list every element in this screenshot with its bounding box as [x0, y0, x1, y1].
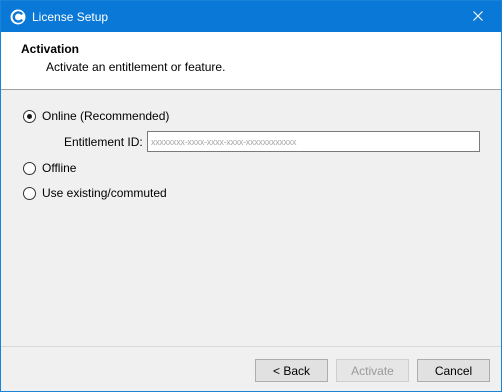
- offline-option[interactable]: Offline: [23, 161, 76, 175]
- page-subtitle: Activate an entitlement or feature.: [46, 60, 226, 74]
- page-title: Activation: [21, 42, 80, 56]
- back-button[interactable]: < Back: [255, 359, 328, 382]
- online-label: Online (Recommended): [42, 109, 170, 123]
- offline-label: Offline: [42, 161, 77, 175]
- wizard-footer: < Back Activate Cancel: [1, 346, 501, 391]
- entitlement-id-label: Entitlement ID:: [64, 135, 143, 149]
- offline-radio[interactable]: [23, 161, 36, 175]
- cancel-button[interactable]: Cancel: [417, 359, 490, 382]
- window-title: License Setup: [32, 10, 109, 24]
- activate-button[interactable]: Activate: [336, 359, 409, 382]
- online-option[interactable]: Online (Recommended): [23, 109, 169, 123]
- close-icon: [473, 10, 483, 24]
- existing-radio[interactable]: [23, 186, 36, 200]
- title-bar[interactable]: License Setup: [1, 1, 501, 32]
- wizard-header: Activation Activate an entitlement or fe…: [1, 32, 501, 90]
- online-radio[interactable]: [23, 109, 36, 123]
- app-logo-icon: [10, 9, 26, 25]
- license-setup-window: License Setup Activation Activate an ent…: [0, 0, 502, 392]
- entitlement-id-input[interactable]: [147, 131, 480, 152]
- close-button[interactable]: [455, 1, 501, 32]
- existing-label: Use existing/commuted: [42, 186, 167, 200]
- wizard-content: Online (Recommended) Entitlement ID: Off…: [1, 91, 501, 346]
- existing-option[interactable]: Use existing/commuted: [23, 186, 167, 200]
